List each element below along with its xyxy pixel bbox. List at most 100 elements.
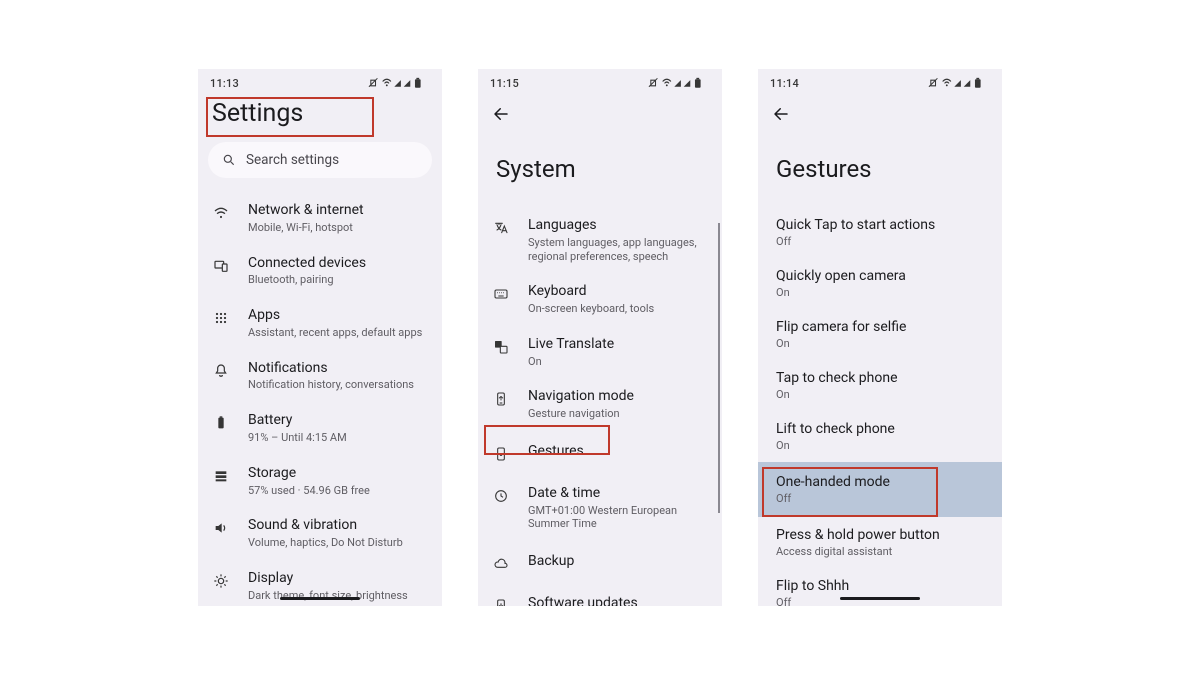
devices-icon [212, 257, 230, 275]
settings-item-connected[interactable]: Connected devicesBluetooth, pairing [198, 245, 442, 298]
scrollbar[interactable] [718, 223, 720, 513]
item-title: Apps [248, 307, 428, 324]
item-title: Backup [528, 553, 708, 570]
item-sub: Volume, haptics, Do Not Disturb [248, 536, 428, 550]
item-sub: Gesture navigation [528, 407, 708, 421]
item-title: Software updates [528, 595, 708, 606]
item-sub: On [776, 337, 984, 350]
system-item-keyboard[interactable]: Keyboard On-screen keyboard, tools [478, 273, 722, 326]
item-sub: 91% – Until 4:15 AM [248, 431, 428, 445]
item-title: Date & time [528, 485, 708, 502]
item-sub: 57% used · 54.96 GB free [248, 484, 428, 498]
system-item-gestures[interactable]: Gestures [478, 431, 722, 475]
item-sub: Bluetooth, pairing [248, 273, 428, 287]
arrow-left-icon [772, 105, 790, 123]
language-icon [492, 219, 510, 237]
page-title: System [478, 127, 722, 207]
item-title: Live Translate [528, 336, 708, 353]
item-title: Keyboard [528, 283, 708, 300]
status-time: 11:13 [210, 77, 239, 90]
gestures-icon [492, 445, 510, 463]
page-title: Gestures [758, 127, 1002, 207]
gesture-nav-pill[interactable] [840, 597, 920, 600]
status-icons [928, 77, 990, 89]
status-bar: 11:15 [478, 71, 722, 95]
item-title: Press & hold power button [776, 527, 984, 543]
wifi-icon [212, 204, 230, 222]
item-sub: On [528, 355, 708, 369]
battery-icon [212, 414, 230, 432]
keyboard-icon [492, 285, 510, 303]
item-title: One-handed mode [776, 474, 984, 490]
item-title: Network & internet [248, 202, 428, 219]
item-title: Tap to check phone [776, 370, 984, 386]
search-placeholder: Search settings [246, 152, 339, 168]
item-sub: Notification history, conversations [248, 378, 428, 392]
cloud-icon [492, 555, 510, 573]
settings-item-sound[interactable]: Sound & vibration Volume, haptics, Do Not… [198, 507, 442, 560]
system-item-navigation[interactable]: Navigation mode Gesture navigation [478, 378, 722, 431]
item-sub: On [776, 439, 984, 452]
item-title: Flip to Shhh [776, 578, 984, 594]
item-sub: On-screen keyboard, tools [528, 302, 708, 316]
gesture-item-quicktap[interactable]: Quick Tap to start actions Off [758, 207, 1002, 258]
phone-gestures: 11:14 Gestures Quick Tap to start action… [758, 69, 1002, 606]
item-title: Languages [528, 217, 708, 234]
sound-icon [212, 519, 230, 537]
apps-icon [212, 309, 230, 327]
item-sub: Mobile, Wi-Fi, hotspot [248, 221, 428, 235]
gesture-item-liftcheck[interactable]: Lift to check phone On [758, 411, 1002, 462]
item-title: Battery [248, 412, 428, 429]
item-sub: Assistant, recent apps, default apps [248, 326, 428, 340]
gesture-item-flipcam[interactable]: Flip camera for selfie On [758, 309, 1002, 360]
status-time: 11:15 [490, 77, 519, 90]
item-sub: On [776, 388, 984, 401]
item-title: Sound & vibration [248, 517, 428, 534]
item-title: Navigation mode [528, 388, 708, 405]
settings-item-storage[interactable]: Storage 57% used · 54.96 GB free [198, 455, 442, 508]
item-title: Quick Tap to start actions [776, 217, 984, 233]
system-item-backup[interactable]: Backup [478, 541, 722, 585]
search-settings[interactable]: Search settings [208, 142, 432, 178]
search-icon [222, 153, 236, 167]
clock-icon [492, 487, 510, 505]
item-title: Quickly open camera [776, 268, 984, 284]
item-sub: On [776, 286, 984, 299]
item-title: Storage [248, 465, 428, 482]
settings-item-apps[interactable]: Apps Assistant, recent apps, default apps [198, 297, 442, 350]
item-title: Connected devices [248, 255, 428, 272]
bell-icon [212, 362, 230, 380]
gesture-item-camera[interactable]: Quickly open camera On [758, 258, 1002, 309]
item-title: Flip camera for selfie [776, 319, 984, 335]
status-bar: 11:13 [198, 71, 442, 95]
system-item-updates[interactable]: Software updatesMake your Pixel even bet… [478, 585, 722, 606]
status-bar: 11:14 [758, 71, 1002, 95]
navigation-icon [492, 390, 510, 408]
settings-item-network[interactable]: Network & internet Mobile, Wi-Fi, hotspot [198, 192, 442, 245]
back-button[interactable] [478, 95, 722, 127]
back-button[interactable] [758, 95, 1002, 127]
settings-item-battery[interactable]: Battery 91% – Until 4:15 AM [198, 402, 442, 455]
item-sub: Dark theme, font size, brightness [248, 589, 428, 603]
gesture-item-tapcheck[interactable]: Tap to check phone On [758, 360, 1002, 411]
page-title: Settings [198, 95, 442, 136]
system-item-translate[interactable]: Live Translate On [478, 326, 722, 379]
settings-item-notifications[interactable]: NotificationsNotification history, conve… [198, 350, 442, 403]
system-item-languages[interactable]: Languages System languages, app languages… [478, 207, 722, 273]
gesture-item-shhh[interactable]: Flip to Shhh Off [758, 568, 1002, 606]
item-sub: System languages, app languages, regiona… [528, 236, 708, 264]
item-sub: Access digital assistant [776, 545, 984, 558]
system-item-datetime[interactable]: Date & timeGMT+01:00 Western European Su… [478, 475, 722, 541]
item-title: Notifications [248, 360, 428, 377]
phone-settings: 11:13 Settings Search settings Network &… [198, 69, 442, 606]
translate-icon [492, 338, 510, 356]
item-title: Lift to check phone [776, 421, 984, 437]
status-time: 11:14 [770, 77, 799, 90]
gesture-item-onehanded[interactable]: One-handed mode Off [758, 462, 1002, 517]
gesture-nav-pill[interactable] [280, 597, 360, 600]
phone-system: 11:15 System Languages System languages, … [478, 69, 722, 606]
item-title: Gestures [528, 443, 708, 460]
display-icon [212, 572, 230, 590]
gesture-item-power[interactable]: Press & hold power button Access digital… [758, 517, 1002, 568]
arrow-left-icon [492, 105, 510, 123]
